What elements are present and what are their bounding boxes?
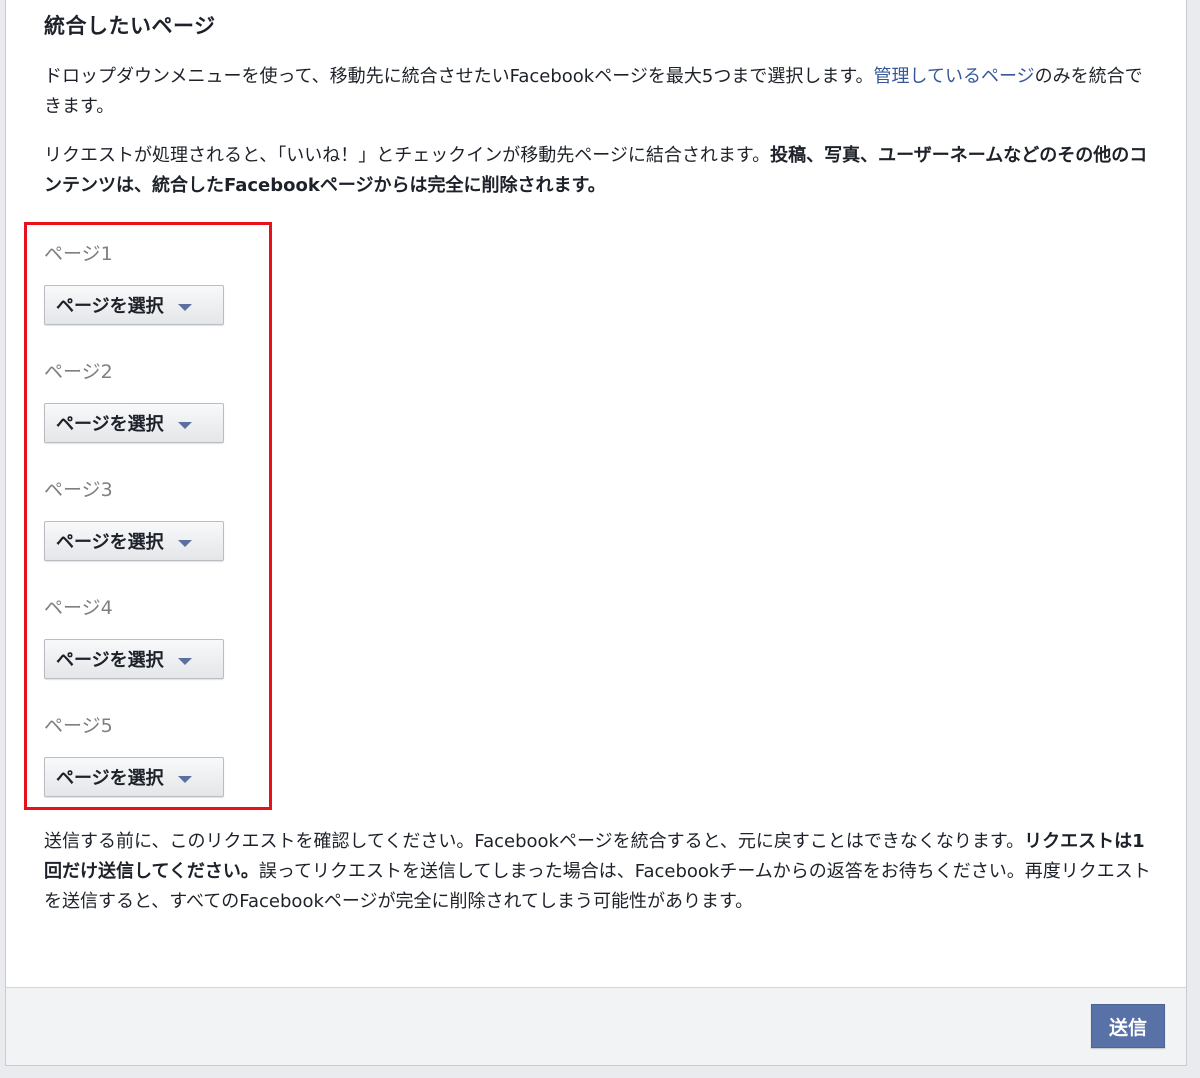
page-select-dropdown[interactable]: ページを選択	[44, 639, 224, 679]
page-select-dropdown[interactable]: ページを選択	[44, 521, 224, 561]
page-selector-2: ページ2 ページを選択	[44, 358, 234, 443]
intro-text-main: ドロップダウンメニューを使って、移動先に統合させたいFacebookページを最大…	[44, 66, 874, 87]
page-label: ページ5	[44, 715, 113, 737]
submit-button[interactable]: 送信	[1091, 1004, 1165, 1048]
caret-down-icon	[177, 303, 192, 311]
page-select-dropdown[interactable]: ページを選択	[44, 285, 224, 325]
page-select-dropdown[interactable]: ページを選択	[44, 403, 224, 443]
select-label: ページを選択	[56, 414, 164, 435]
page-label: ページ4	[44, 597, 113, 619]
dialog-title: 統合したいページ	[44, 14, 216, 38]
page-selector-3: ページ3 ページを選択	[44, 476, 234, 561]
dialog-footer: 送信	[6, 987, 1186, 1065]
page-select-dropdown[interactable]: ページを選択	[44, 757, 224, 797]
select-label: ページを選択	[56, 650, 164, 671]
page-label: ページ1	[44, 243, 113, 265]
submit-warning-text-1: 送信する前に、このリクエストを確認してください。Facebookページを統合する…	[44, 831, 1025, 852]
caret-down-icon	[177, 775, 192, 783]
page-label: ページ3	[44, 479, 113, 501]
page-selector-4: ページ4 ページを選択	[44, 594, 234, 679]
select-label: ページを選択	[56, 768, 164, 789]
page-label: ページ2	[44, 361, 113, 383]
caret-down-icon	[177, 421, 192, 429]
merge-notice: リクエストが処理されると、「いいね！」とチェックインが移動先ページに結合されます…	[44, 141, 1154, 201]
caret-down-icon	[177, 657, 192, 665]
select-label: ページを選択	[56, 296, 164, 317]
caret-down-icon	[177, 539, 192, 547]
select-label: ページを選択	[56, 532, 164, 553]
submit-warning: 送信する前に、このリクエストを確認してください。Facebookページを統合する…	[44, 827, 1154, 917]
page-selector-5: ページ5 ページを選択	[44, 712, 234, 797]
managed-pages-link[interactable]: 管理しているページ	[874, 66, 1035, 87]
page-selector-1: ページ1 ページを選択	[44, 240, 234, 325]
merge-pages-dialog: 統合したいページ ドロップダウンメニューを使って、移動先に統合させたいFaceb…	[5, 0, 1187, 1066]
intro-text: ドロップダウンメニューを使って、移動先に統合させたいFacebookページを最大…	[44, 62, 1154, 122]
merge-notice-text: リクエストが処理されると、「いいね！」とチェックインが移動先ページに結合されます…	[44, 145, 771, 166]
